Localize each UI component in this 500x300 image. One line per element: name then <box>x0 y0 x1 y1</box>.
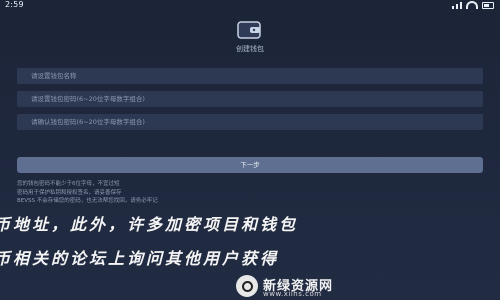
status-bar: 2:59 <box>0 0 500 12</box>
wallet-logo-icon <box>237 21 261 39</box>
status-icons <box>452 1 494 9</box>
overlay-text-line-2: 币相关的论坛上询问其他用户获得 <box>0 244 500 266</box>
status-time: 2:59 <box>5 0 24 9</box>
wallet-name-input[interactable] <box>31 72 471 80</box>
wifi-icon <box>466 1 478 9</box>
hint-line: 密码用于保护私钥和授权签名，请妥善保存 <box>17 189 122 196</box>
password-hints: 您的钱包密码不能少于6位字母，不宜过短 密码用于保护私钥和授权签名，请妥善保存 … <box>17 180 158 206</box>
overlay-text-line-1: 币地址，此外，许多加密项目和钱包 <box>0 210 500 232</box>
signal-icon <box>456 4 458 9</box>
signal-icon <box>452 6 454 9</box>
page-title: 创建钱包 <box>236 45 264 53</box>
battery-icon <box>482 2 494 9</box>
password-input[interactable] <box>31 95 471 103</box>
overlay-text: 币相关的论坛上询问其他用户获得 <box>0 249 280 266</box>
hint-line: BEVSS 不会存储您的密码，也无法帮您找回，请务必牢记 <box>17 198 158 204</box>
hint-line: 您的钱包密码不能少于6位字母，不宜过短 <box>17 181 120 187</box>
signal-icon <box>460 2 462 9</box>
confirm-password-input[interactable] <box>31 118 471 126</box>
watermark: 新绿资源网 www.xilhs.com <box>236 275 416 300</box>
watermark-url: www.xilhs.com <box>263 290 322 298</box>
overlay-text: 币地址，此外，许多加密项目和钱包 <box>0 215 299 232</box>
next-button[interactable]: 下一步 <box>17 157 483 173</box>
password-field[interactable] <box>17 91 483 107</box>
watermark-logo-icon <box>236 275 258 297</box>
wallet-name-field[interactable] <box>17 68 483 84</box>
confirm-password-field[interactable] <box>17 114 483 130</box>
